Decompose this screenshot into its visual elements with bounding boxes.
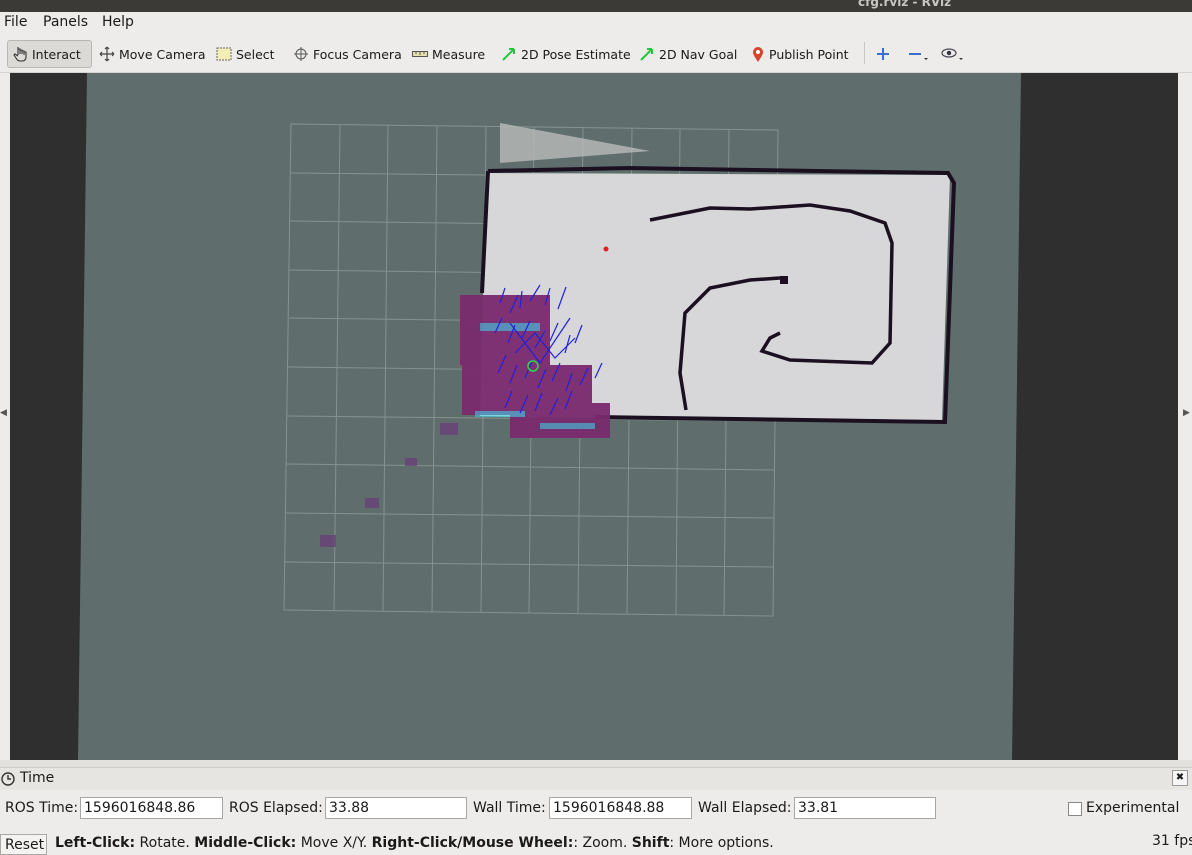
menu-panels[interactable]: Panels [43, 14, 88, 30]
focus-camera-label: Focus Camera [313, 46, 402, 62]
time-panel-title: Time [20, 770, 55, 786]
experimental-checkbox[interactable] [1068, 802, 1082, 816]
tool-bar: Interact Move Camera Select Focus Camera… [0, 36, 1192, 73]
move-arrows-icon [99, 46, 115, 62]
hint-move: Move X/Y. [296, 835, 372, 851]
hand-pointer-icon [13, 47, 27, 62]
toolbar-separator [864, 42, 865, 64]
green-arrow-icon [502, 48, 515, 61]
add-tool-button[interactable] [876, 40, 894, 68]
mouse-hint: Left-Click: Rotate. Middle-Click: Move X… [55, 835, 774, 851]
close-icon: ✖ [1175, 772, 1185, 783]
publish-point-label: Publish Point [769, 46, 849, 62]
menu-file[interactable]: File [4, 14, 27, 30]
view-options-button[interactable] [941, 40, 969, 68]
crosshair-icon [294, 47, 308, 61]
hint-shift: Shift [631, 835, 670, 851]
select-label: Select [236, 46, 275, 62]
pose-estimate-label: 2D Pose Estimate [521, 46, 631, 62]
wall-elapsed-label: Wall Elapsed: [698, 800, 792, 816]
ros-elapsed-field[interactable]: 33.88 [325, 797, 467, 819]
measure-tool-button[interactable]: Measure [412, 40, 485, 68]
right-panel-collapse-arrow[interactable]: ▶ [1183, 408, 1190, 418]
menu-help[interactable]: Help [102, 14, 134, 30]
map-scene[interactable] [10, 73, 1178, 760]
nav-goal-label: 2D Nav Goal [659, 46, 738, 62]
move-camera-label: Move Camera [119, 46, 206, 62]
minus-icon [909, 53, 928, 60]
time-panel-header: Time ✖ [0, 767, 1192, 790]
wall-elapsed-field[interactable]: 33.81 [794, 797, 936, 819]
map-pin-icon [753, 46, 763, 62]
panel-splitter[interactable] [0, 760, 1192, 767]
ros-time-label: ROS Time: [5, 800, 79, 816]
render-viewport[interactable] [10, 73, 1178, 760]
ruler-icon [412, 51, 428, 57]
ros-elapsed-label: ROS Elapsed: [229, 800, 323, 816]
publish-point-tool-button[interactable]: Publish Point [751, 40, 849, 68]
ros-time-field[interactable]: 1596016848.86 [80, 797, 223, 819]
time-fields-row: ROS Time: 1596016848.86 ROS Elapsed: 33.… [0, 790, 1192, 824]
remove-tool-button[interactable] [908, 40, 934, 68]
hint-zoom: : Zoom. [573, 835, 632, 851]
measure-label: Measure [432, 46, 486, 62]
pose-estimate-tool-button[interactable]: 2D Pose Estimate [501, 40, 631, 68]
menu-bar: File Panels Help [0, 12, 1192, 34]
interact-label: Interact [32, 46, 81, 62]
interact-tool-button[interactable]: Interact [7, 40, 92, 68]
select-box-icon [216, 47, 232, 61]
clock-icon [1, 772, 15, 786]
fps-counter: 31 fps [1152, 833, 1192, 849]
reset-button[interactable]: Reset [0, 834, 47, 855]
move-camera-tool-button[interactable]: Move Camera [99, 40, 206, 68]
focus-camera-tool-button[interactable]: Focus Camera [293, 40, 402, 68]
hint-left-click: Left-Click: [55, 835, 136, 851]
eye-icon [941, 48, 963, 60]
hint-middle-click: Middle-Click: [194, 835, 297, 851]
select-tool-button[interactable]: Select [216, 40, 275, 68]
window-title-bar: cfg.rviz - RViz [0, 0, 1192, 12]
window-title: cfg.rviz - RViz [858, 0, 952, 9]
hint-rotate: Rotate. [135, 835, 195, 851]
wall-time-label: Wall Time: [473, 800, 546, 816]
left-panel-collapse-arrow[interactable]: ◀ [0, 408, 7, 418]
close-panel-button[interactable]: ✖ [1172, 770, 1188, 786]
wall-time-field[interactable]: 1596016848.88 [549, 797, 692, 819]
status-bar: Reset Left-Click: Rotate. Middle-Click: … [0, 832, 1192, 855]
plus-icon [877, 48, 889, 60]
green-arrow-icon [640, 48, 653, 61]
hint-more: : More options. [669, 835, 774, 851]
experimental-label: Experimental [1086, 800, 1180, 816]
hint-right-click: Right-Click/Mouse Wheel: [371, 835, 574, 851]
nav-goal-tool-button[interactable]: 2D Nav Goal [639, 40, 737, 68]
